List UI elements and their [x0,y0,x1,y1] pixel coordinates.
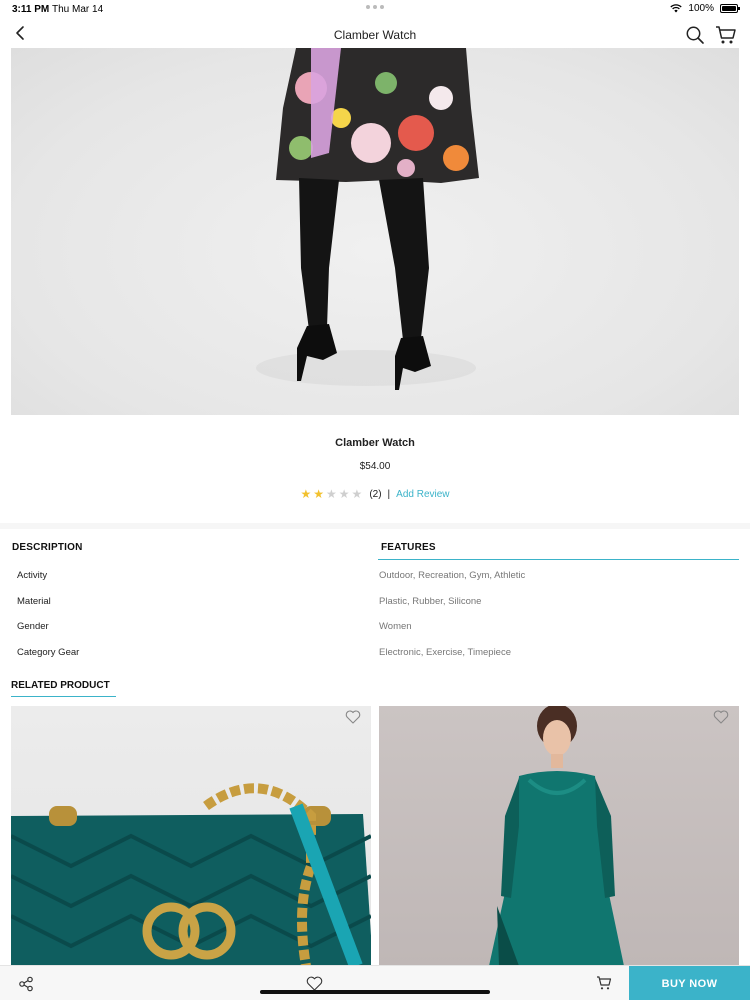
rating-separator: | [387,488,391,500]
battery-icon [720,4,740,13]
nav-bar: Clamber Watch [0,18,750,48]
star-empty-icon: ★ [351,487,363,501]
spec-label: Category Gear [17,647,80,658]
status-right: 100% [670,3,740,14]
multitask-dots [366,5,384,9]
bottom-action-bar: BUY NOW [0,965,750,1000]
heart-outline-icon[interactable] [713,710,729,724]
spec-value: Women [379,621,412,632]
related-product-card[interactable] [11,706,371,966]
heart-outline-icon[interactable] [345,710,361,724]
add-to-cart-icon[interactable] [596,975,612,991]
status-bar: 3:11 PM Thu Mar 14 100% [0,0,750,18]
spec-value: Plastic, Rubber, Silicone [379,596,482,607]
search-icon[interactable] [685,25,705,45]
home-indicator[interactable] [260,990,490,994]
product-rating: ★ ★ ★ ★ ★ (2) | Add Review [0,488,750,500]
related-product-card[interactable] [379,706,739,966]
spec-label: Gender [17,621,49,632]
spec-label: Activity [17,570,48,581]
spec-row-gender: Gender Women [0,621,750,641]
cart-icon[interactable] [715,25,737,45]
share-icon[interactable] [18,976,34,992]
add-review-link[interactable]: Add Review [396,489,449,500]
spec-row-category-gear: Category Gear Electronic, Exercise, Time… [0,647,750,667]
product-info: Clamber Watch $54.00 ★ ★ ★ ★ ★ (2) | Add Rev… [0,415,750,523]
buy-now-button[interactable]: BUY NOW [629,966,750,1000]
features-underline [378,559,739,560]
features-heading[interactable]: FEATURES [381,542,436,553]
star-filled-icon: ★ [313,487,325,501]
spec-value: Electronic, Exercise, Timepiece [379,647,511,658]
battery-percent: 100% [688,3,714,14]
status-time: 3:11 PM [12,4,50,15]
description-heading[interactable]: DESCRIPTION [12,542,83,553]
related-product-heading: RELATED PRODUCT [11,680,110,691]
heart-outline-icon[interactable] [306,976,323,991]
star-filled-icon: ★ [300,487,312,501]
product-name: Clamber Watch [335,437,415,449]
star-empty-icon: ★ [338,487,350,501]
related-product-image-bag [11,783,371,966]
related-underline [11,696,116,697]
star-empty-icon: ★ [326,487,337,501]
product-detail-screen: 3:11 PM Thu Mar 14 100% Clamber Watch Cl… [0,0,750,1000]
page-title: Clamber Watch [333,28,417,42]
product-photo [256,48,479,390]
rating-stars: ★ ★ ★ ★ ★ [300,488,362,500]
spec-label: Material [17,596,51,607]
product-image[interactable] [11,48,739,415]
wifi-icon [670,4,683,13]
product-price: $54.00 [359,461,391,472]
review-count: (2) [369,488,382,500]
section-divider [0,523,750,529]
spec-row-material: Material Plastic, Rubber, Silicone [0,596,750,616]
status-date: Thu Mar 14 [52,4,104,15]
spec-value: Outdoor, Recreation, Gym, Athletic [379,570,526,581]
related-product-image-dress [489,706,624,966]
spec-row-activity: Activity Outdoor, Recreation, Gym, Athle… [0,570,750,590]
